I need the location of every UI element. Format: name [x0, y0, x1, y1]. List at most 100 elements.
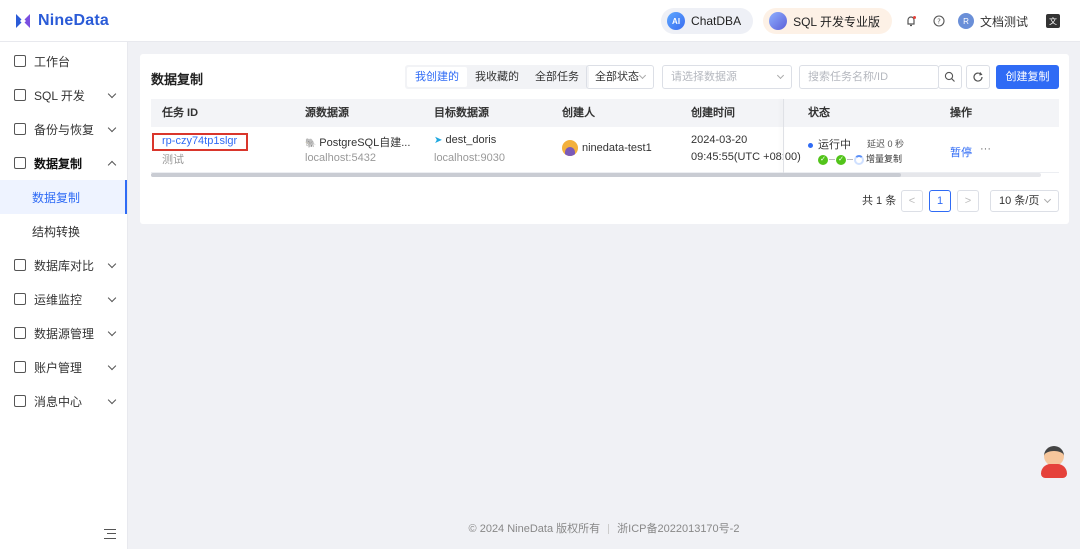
task-search-input[interactable]: 搜索任务名称/ID — [799, 65, 939, 89]
sql-pro-icon — [769, 12, 788, 30]
target-datasource[interactable]: ➤ dest_doris — [434, 134, 496, 146]
check-circle-icon: ✓ — [836, 154, 846, 165]
user-name: 文档测试 — [979, 14, 1028, 29]
sidebar-item-datasource[interactable]: 数据源管理 — [0, 316, 127, 350]
phase-progress: ✓ ✓ 增量复制 — [818, 152, 902, 165]
replication-list-card: 数据复制 我创建的 我收藏的 全部任务 全部状态 请选择数据源 搜索任务名称/I… — [140, 54, 1069, 224]
prev-page-button[interactable]: < — [901, 190, 923, 212]
refresh-button[interactable] — [966, 65, 990, 89]
chevron-down-icon — [107, 327, 117, 337]
sidebar-item-backup[interactable]: 备份与恢复 — [0, 112, 127, 146]
page-1-button[interactable]: 1 — [929, 190, 951, 212]
column-header-task-id: 任务 ID — [162, 107, 199, 119]
status-text: 运行中 — [818, 139, 851, 151]
pause-button[interactable]: 暂停 — [950, 144, 972, 160]
more-actions-icon[interactable]: ··· — [980, 143, 991, 155]
chatdba-button[interactable]: AI ChatDBA — [661, 8, 754, 34]
sidebar-item-label: 消息中心 — [34, 394, 83, 409]
chevron-down-icon — [776, 71, 785, 80]
sql-pro-button[interactable]: SQL 开发专业版 — [763, 8, 892, 34]
sidebar-item-label: 账户管理 — [34, 360, 83, 375]
chevron-down-icon — [1043, 195, 1052, 204]
datasource-select[interactable]: 请选择数据源 — [662, 65, 792, 89]
target-host: localhost:9030 — [434, 152, 505, 164]
table-header: 任务 ID 源数据源 目标数据源 创建人 创建时间 状态 操作 — [151, 99, 1059, 127]
chevron-down-icon — [107, 123, 117, 133]
sidebar-subitem-schema-conversion[interactable]: 结构转换 — [0, 214, 127, 248]
creator-name: ninedata-test1 — [582, 142, 652, 154]
check-circle-icon: ✓ — [818, 154, 828, 165]
chevron-down-icon — [107, 395, 117, 405]
sidebar-item-db-compare[interactable]: 数据库对比 — [0, 248, 127, 282]
create-replication-button[interactable]: 创建复制 — [996, 65, 1059, 89]
message-icon — [14, 395, 26, 407]
source-datasource[interactable]: 🐘 PostgreSQL自建... — [305, 134, 410, 150]
chevron-down-icon — [638, 71, 647, 80]
sidebar-item-messages[interactable]: 消息中心 — [0, 384, 127, 418]
ninedata-logo-icon — [16, 13, 30, 28]
horizontal-scrollbar[interactable] — [151, 173, 1041, 177]
svg-text:?: ? — [937, 18, 941, 26]
tab-my-favorites[interactable]: 我收藏的 — [467, 67, 527, 87]
icp-link[interactable]: 浙ICP备2022013170号-2 — [617, 523, 739, 535]
top-bar: NineData AI ChatDBA SQL 开发专业版 ? R 文档测试 文 — [0, 0, 1080, 42]
phase-label: 增量复制 — [866, 154, 903, 164]
notification-bell-icon[interactable] — [902, 12, 920, 30]
search-button[interactable] — [938, 65, 962, 89]
brand-name: NineData — [38, 11, 109, 29]
tab-my-created[interactable]: 我创建的 — [407, 67, 467, 87]
chevron-down-icon — [107, 293, 117, 303]
status-filter-select[interactable]: 全部状态 — [586, 65, 654, 89]
sql-pro-label: SQL 开发专业版 — [793, 14, 880, 29]
next-page-button[interactable]: > — [957, 190, 979, 212]
column-header-creator: 创建人 — [562, 107, 595, 119]
postgresql-icon: 🐘 — [305, 138, 317, 148]
fixed-column-divider — [783, 99, 784, 173]
chevron-down-icon — [107, 89, 117, 99]
delay-text: 延迟 0 秒 — [867, 139, 905, 149]
datasource-placeholder: 请选择数据源 — [671, 71, 737, 83]
sidebar-item-label: 数据库对比 — [34, 258, 95, 273]
sidebar-item-label: 运维监控 — [34, 292, 83, 307]
chatdba-label: ChatDBA — [691, 14, 742, 28]
sidebar-item-replication[interactable]: 数据复制 — [0, 146, 127, 180]
collapse-sidebar-icon[interactable] — [104, 529, 116, 539]
task-id-link[interactable]: rp-czy74tp1slgr — [162, 135, 237, 147]
assistant-avatar-icon[interactable] — [1040, 446, 1068, 478]
sidebar-item-workbench[interactable]: 工作台 — [0, 44, 127, 78]
search-icon — [944, 71, 955, 82]
replication-icon — [14, 157, 26, 169]
page-size-value: 10 条/页 — [999, 195, 1040, 207]
source-name: PostgreSQL自建... — [319, 137, 411, 149]
page-size-select[interactable]: 10 条/页 — [990, 190, 1059, 212]
chevron-down-icon — [107, 361, 117, 371]
user-menu[interactable]: R 文档测试 — [957, 13, 1028, 30]
sidebar-subitem-replication[interactable]: 数据复制 — [0, 180, 127, 214]
sidebar-item-account[interactable]: 账户管理 — [0, 350, 127, 384]
compare-icon — [14, 259, 26, 271]
scrollbar-thumb[interactable] — [151, 173, 901, 177]
account-icon — [14, 361, 26, 373]
sidebar-item-sql-dev[interactable]: SQL 开发 — [0, 78, 127, 112]
backup-icon — [14, 123, 26, 135]
home-icon — [14, 55, 26, 67]
created-date: 2024-03-20 — [691, 134, 748, 146]
doris-icon: ➤ — [434, 135, 443, 146]
refresh-icon — [973, 72, 983, 82]
column-header-source: 源数据源 — [305, 107, 349, 119]
language-switch-icon[interactable]: 文 — [1046, 14, 1060, 28]
help-icon[interactable]: ? — [930, 12, 948, 30]
target-name: dest_doris — [445, 134, 497, 146]
chevron-down-icon — [107, 259, 117, 269]
column-header-actions: 操作 — [950, 107, 972, 119]
sql-icon — [14, 89, 26, 101]
column-header-target: 目标数据源 — [434, 107, 489, 119]
sidebar-item-monitoring[interactable]: 运维监控 — [0, 282, 127, 316]
status-filter-value: 全部状态 — [595, 71, 639, 83]
tab-all-tasks[interactable]: 全部任务 — [527, 67, 587, 87]
sidebar-item-label: 数据复制 — [34, 156, 83, 171]
table-row: rp-czy74tp1slgr 测试 🐘 PostgreSQL自建... loc… — [151, 127, 1059, 173]
logo[interactable]: NineData — [14, 12, 109, 30]
column-header-status: 状态 — [808, 107, 830, 119]
loading-spinner-icon — [854, 154, 864, 165]
